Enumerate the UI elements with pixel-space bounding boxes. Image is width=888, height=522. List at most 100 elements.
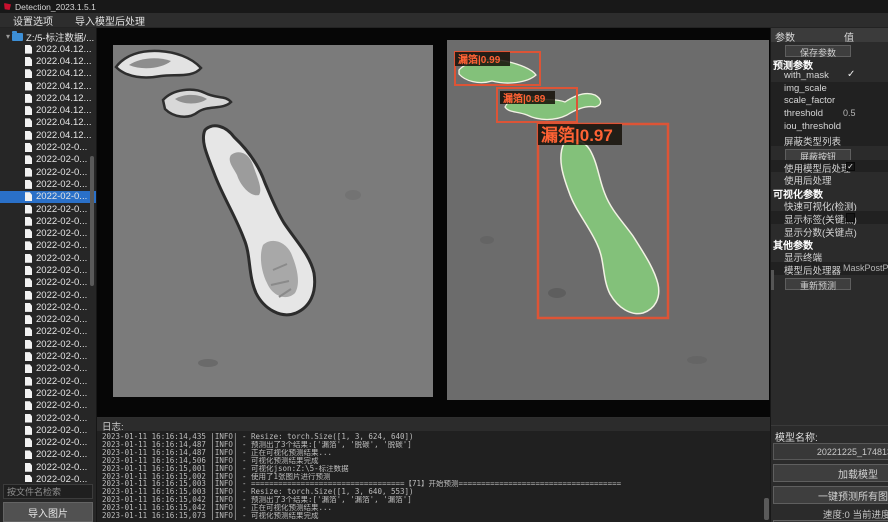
tree-item[interactable]: 2022-02-0... [0, 350, 96, 362]
tree-item-label: 2022-02-0... [36, 388, 87, 399]
file-icon [25, 463, 32, 472]
file-icon [25, 254, 32, 263]
checkmark-icon: ✓ [847, 69, 855, 80]
app-window: Detection_2023.1.5.1 设置选项导入模型后处理 ▾ Z:/5-… [0, 0, 888, 522]
tree-item[interactable]: 2022-02-0... [0, 301, 96, 313]
tree-item[interactable]: 2022-02-0... [0, 363, 96, 375]
import-image-button[interactable]: 导入图片 [3, 502, 93, 522]
tree-item[interactable]: 2022.04.12... [0, 92, 96, 104]
tree-item[interactable]: 2022-02-0... [0, 424, 96, 436]
tree-item[interactable]: 2022.04.12... [0, 80, 96, 92]
param-row[interactable]: 使用模型后处理✓ [771, 160, 888, 173]
tree-item[interactable]: 2022-02-0... [0, 437, 96, 449]
tree-item[interactable]: 2022.04.12... [0, 129, 96, 141]
tree-item[interactable]: 2022-02-0... [0, 461, 96, 473]
params-panel: 参数 值 保存参数预测参数with_mask✓img_scalescale_fa… [770, 28, 888, 522]
tree-item[interactable]: 2022.04.12... [0, 68, 96, 80]
log-area: 日志: 2023-01-11 16:16:14,435 |INFO| - Res… [97, 417, 770, 522]
param-row[interactable]: img_scale [771, 82, 888, 95]
file-icon [25, 340, 32, 349]
tree-item-label: 2022.04.12... [36, 105, 91, 116]
tree-item[interactable]: 2022-02-0... [0, 240, 96, 252]
param-row[interactable]: 快速可视化(检测) [771, 198, 888, 211]
original-image[interactable] [113, 45, 433, 397]
tree-item[interactable]: 2022.04.12... [0, 55, 96, 67]
param-row[interactable]: with_mask✓ [771, 69, 888, 82]
tree-item-label: 2022-02-0... [36, 339, 87, 350]
param-row[interactable]: 使用后处理 [771, 172, 888, 185]
tree-item[interactable]: 2022-02-0... [0, 203, 96, 215]
tree-item-label: 2022-02-0... [36, 449, 87, 460]
param-value: MaskPostPro [843, 263, 888, 273]
tree-root-folder[interactable]: ▾ Z:/5-标注数据/... [0, 30, 96, 43]
menu-bar: 设置选项导入模型后处理 [0, 13, 888, 28]
tree-item[interactable]: 2022-02-0... [0, 166, 96, 178]
tree-root-label: Z:/5-标注数据/... [26, 30, 94, 44]
tree-item[interactable]: 2022-02-0... [0, 277, 96, 289]
tree-item[interactable]: 2022-02-0... [0, 400, 96, 412]
param-row[interactable]: scale_factor [771, 94, 888, 107]
tree-item[interactable]: 2022-02-0... [0, 154, 96, 166]
tree-item[interactable]: 2022.04.12... [0, 117, 96, 129]
tree-item[interactable]: 2022.04.12... [0, 104, 96, 116]
param-row[interactable]: threshold0.5 [771, 107, 888, 120]
tree-item[interactable]: 2022.04.12... [0, 43, 96, 55]
file-icon [25, 131, 32, 140]
tree-item[interactable]: 2022-02-0... [0, 289, 96, 301]
param-label: threshold [784, 108, 823, 119]
tree-item[interactable]: 2022-02-0... [0, 215, 96, 227]
model-name-field[interactable]: 20221225_174813 [773, 443, 888, 460]
param-row[interactable]: 模型后处理器MaskPostPro [771, 262, 888, 275]
file-icon [25, 377, 32, 386]
search-input[interactable] [3, 484, 93, 499]
tree-item-label: 2022-02-0... [36, 179, 87, 190]
tree-item[interactable]: 2022-02-0... [0, 141, 96, 153]
param-row[interactable]: 显示分数(关键点) [771, 224, 888, 237]
log-scrollbar[interactable] [764, 498, 769, 520]
tree-item[interactable]: 2022-02-0... [0, 387, 96, 399]
tree-item-label: 2022-02-0... [36, 154, 87, 165]
tree-item-label: 2022-02-0... [36, 240, 87, 251]
checkbox-checked[interactable]: ✓ [846, 162, 855, 171]
tree-item-label: 2022-02-0... [36, 376, 87, 387]
menu-item-0[interactable]: 设置选项 [9, 13, 57, 28]
tree-item[interactable]: 2022-02-0... [0, 473, 96, 482]
prediction-image[interactable]: 漏箔|0.99 漏箔|0.89 漏箔|0.97 [447, 40, 769, 400]
param-button[interactable]: 重新预测 [785, 278, 851, 290]
params-scrollbar[interactable] [771, 270, 774, 290]
tree-scrollbar[interactable] [90, 156, 94, 286]
tree-item[interactable]: 2022-02-0... [0, 252, 96, 264]
file-icon [25, 315, 32, 324]
param-label: iou_threshold [784, 121, 841, 132]
tree-item-label: 2022.04.12... [36, 130, 91, 141]
file-icon [25, 118, 32, 127]
param-row[interactable]: 显示标签(关键点) [771, 211, 888, 224]
param-row[interactable]: 屏蔽类型列表 [771, 133, 888, 146]
tree-item[interactable]: 2022-02-0... [0, 178, 96, 190]
tree-item[interactable]: 2022-02-0... [0, 191, 96, 203]
tree-item[interactable]: 2022-02-0... [0, 264, 96, 276]
tree-item[interactable]: 2022-02-0... [0, 326, 96, 338]
tree-item-label: 2022-02-0... [36, 474, 87, 482]
predict-all-button[interactable]: 一键预测所有图片 [773, 486, 888, 504]
tree-item[interactable]: 2022-02-0... [0, 338, 96, 350]
file-icon [25, 168, 32, 177]
tree-item[interactable]: 2022-02-0... [0, 449, 96, 461]
param-button[interactable]: 保存参数 [785, 45, 851, 57]
log-line: 2023-01-11 16:16:15,042 |INFO| - 正在可视化预测… [102, 504, 770, 512]
load-model-button[interactable]: 加载模型 [773, 464, 888, 482]
image-viewer: 漏箔|0.99 漏箔|0.89 漏箔|0.97 [97, 28, 770, 417]
checkbox-unchecked[interactable] [846, 213, 855, 222]
tree-item[interactable]: 2022-02-0... [0, 375, 96, 387]
tree-item[interactable]: 2022-02-0... [0, 227, 96, 239]
file-icon [25, 106, 32, 115]
param-row[interactable]: iou_threshold [771, 120, 888, 133]
params-rows: 保存参数预测参数with_mask✓img_scalescale_factort… [771, 42, 888, 289]
log-line: 2023-01-11 16:16:14,506 |INFO| - 可视化预测结果… [102, 457, 770, 465]
param-row[interactable]: 显示终端 [771, 249, 888, 262]
file-icon [25, 45, 32, 54]
tree-item[interactable]: 2022-02-0... [0, 314, 96, 326]
menu-item-1[interactable]: 导入模型后处理 [71, 13, 149, 28]
log-line: 2023-01-11 16:16:15,073 |INFO| - 可视化预测结果… [102, 512, 770, 520]
tree-item[interactable]: 2022-02-0... [0, 412, 96, 424]
